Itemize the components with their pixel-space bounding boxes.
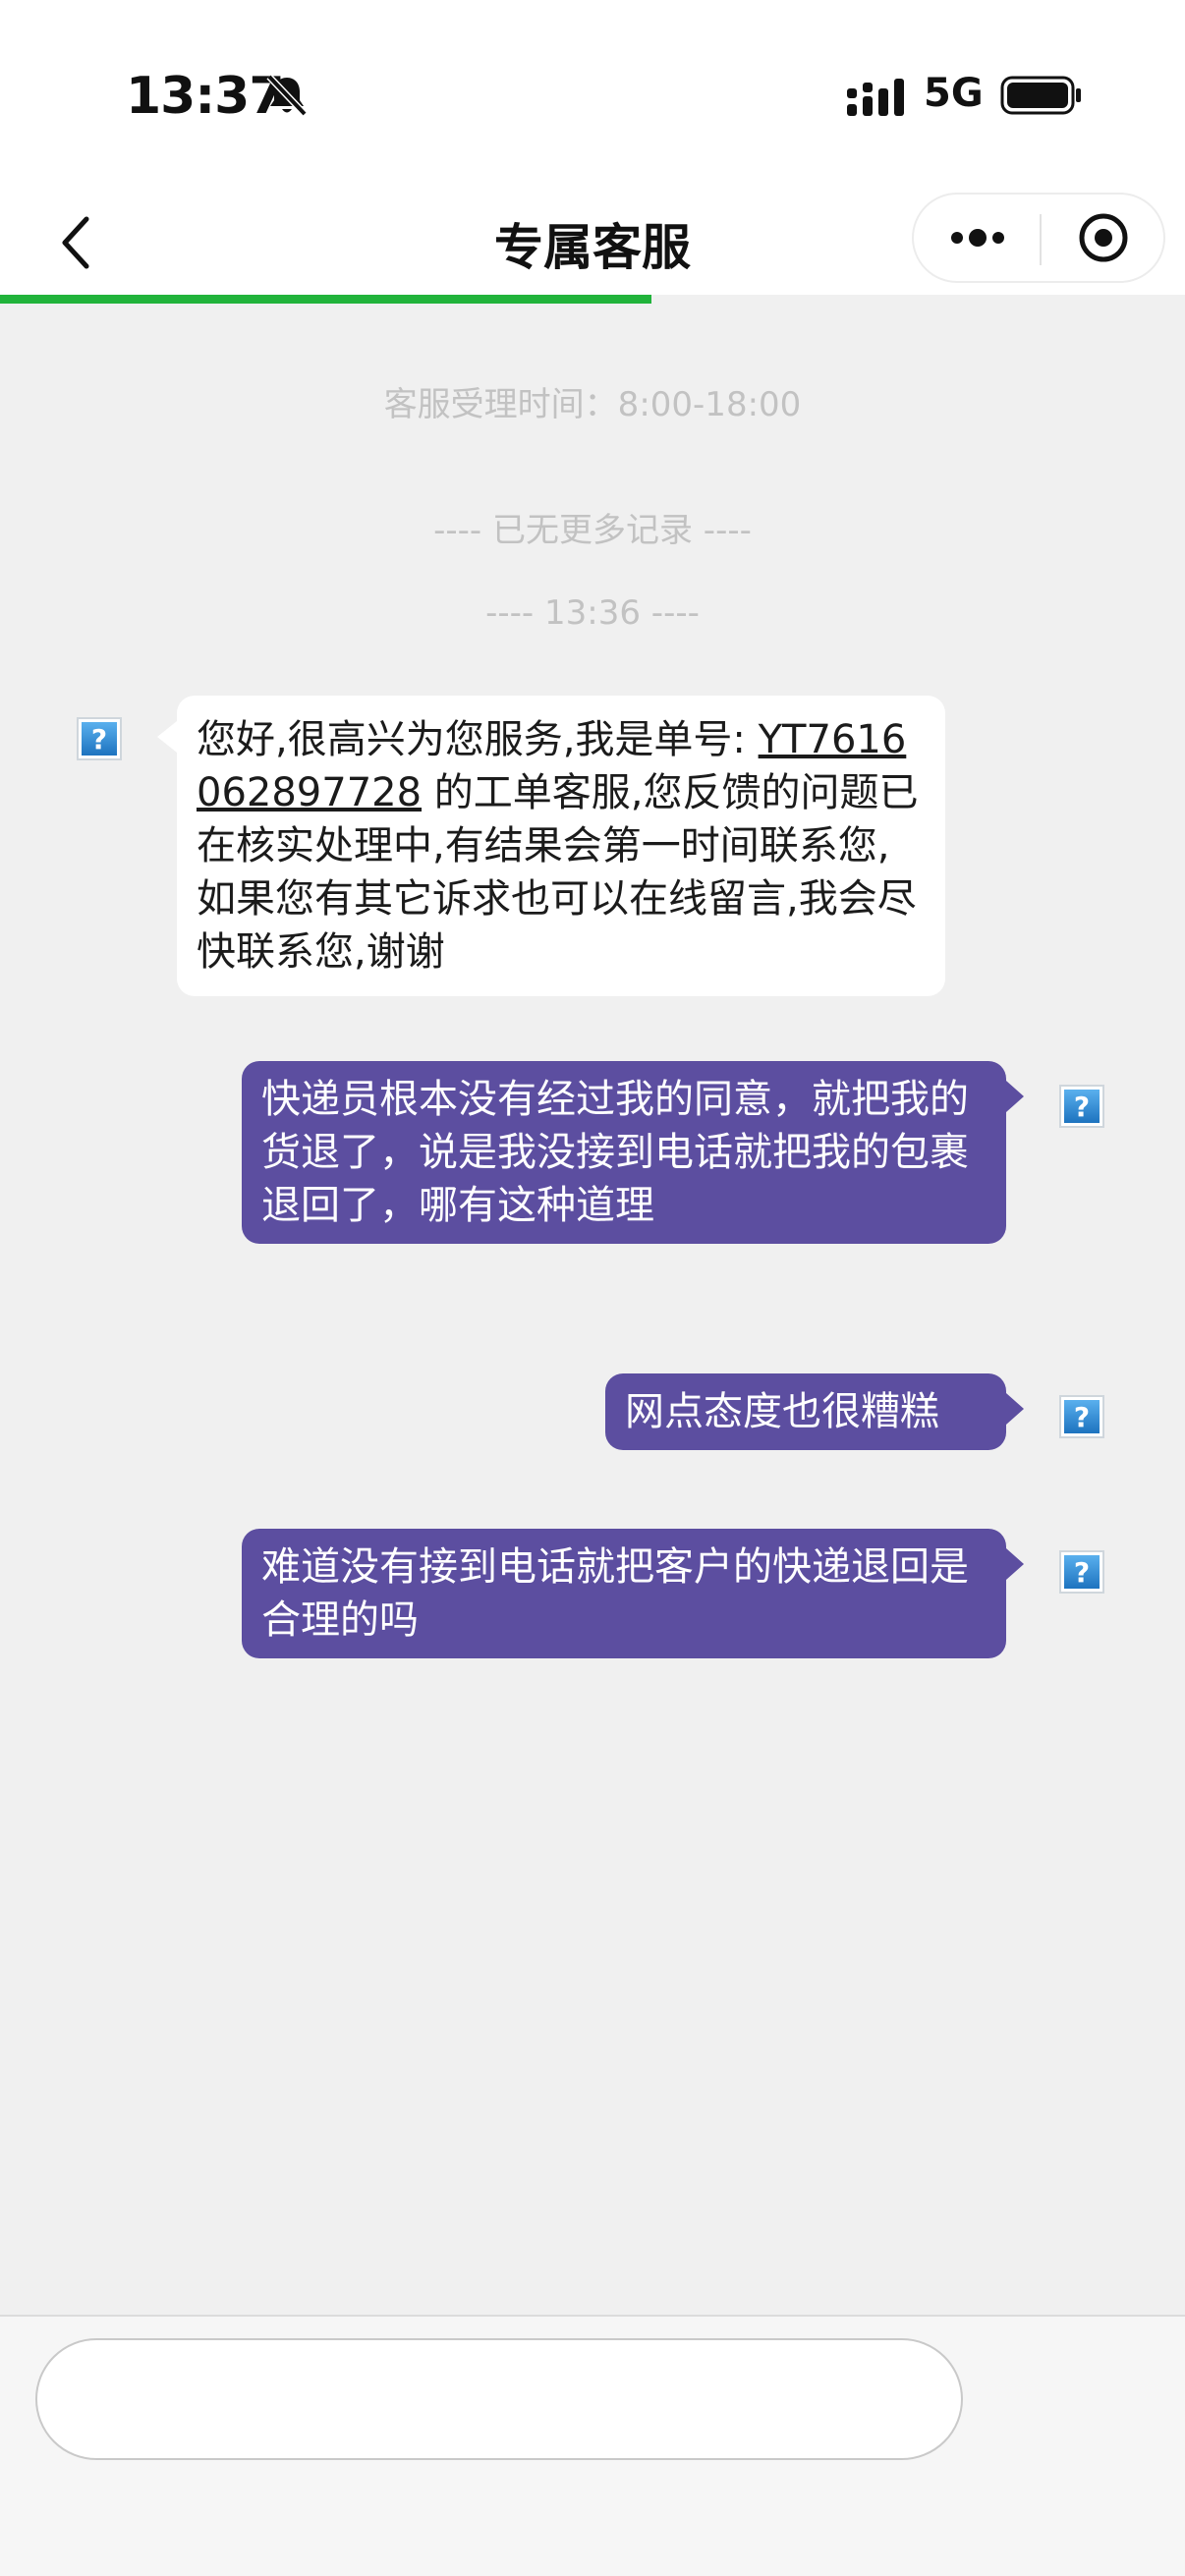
status-time: 13:37 (126, 67, 285, 126)
service-hours-notice: 客服受理时间：8:00-18:00 (383, 385, 802, 424)
more-dots-icon (951, 229, 1004, 247)
status-bar: 13:37 5G (0, 0, 1185, 187)
capsule-divider (1040, 214, 1042, 265)
chat-page: 13:37 5G 专属客服 客服受理时间：8:00-18:00 ---- 已无更… (0, 0, 1185, 2576)
time-divider: ---- 13:36 ---- (485, 593, 700, 633)
user-avatar: ? (1059, 1085, 1104, 1128)
user-message-bubble: 快递员根本没有经过我的同意，就把我的货退了，说是我没接到电话就把我的包裹退回了，… (242, 1061, 1024, 1244)
nav-bar: 专属客服 (0, 187, 1185, 303)
close-target-icon (1079, 213, 1128, 262)
user-message-text: 网点态度也很糟糕 (625, 1389, 939, 1434)
user-avatar: ? (1059, 1550, 1104, 1594)
broken-image-avatar-icon: ? (1064, 1555, 1100, 1589)
user-message-bubble: 网点态度也很糟糕 (605, 1373, 1024, 1450)
close-button[interactable] (1045, 195, 1161, 281)
signal-bars-icon (847, 79, 904, 116)
bell-slash-icon (266, 74, 308, 117)
network-type: 5G (924, 71, 984, 116)
progress-fill (0, 295, 652, 304)
no-more-records-notice: ---- 已无更多记录 ---- (433, 511, 752, 550)
user-message-text: 难道没有接到电话就把客户的快递退回是合理的吗 (261, 1544, 969, 1643)
message-input[interactable] (35, 2338, 963, 2460)
broken-image-avatar-icon: ? (1064, 1400, 1100, 1433)
broken-image-avatar-icon: ? (82, 722, 117, 756)
page-load-progress (0, 295, 1185, 304)
battery-icon (1000, 76, 1081, 115)
user-message-text: 快递员根本没有经过我的同意，就把我的货退了，说是我没接到电话就把我的包裹退回了，… (261, 1077, 969, 1228)
agent-message-text: 您好,很高兴为您服务,我是单号: (197, 717, 759, 762)
user-message-bubble: 难道没有接到电话就把客户的快递退回是合理的吗 (242, 1529, 1024, 1658)
mini-program-capsule (912, 193, 1165, 283)
broken-image-avatar-icon: ? (1064, 1090, 1100, 1123)
user-avatar: ? (1059, 1395, 1104, 1438)
input-bar (0, 2315, 1185, 2576)
agent-message-bubble: 您好,很高兴为您服务,我是单号: YT7616062897728 的工单客服,您… (157, 696, 945, 996)
agent-avatar: ? (77, 717, 122, 760)
more-button[interactable] (920, 195, 1036, 281)
